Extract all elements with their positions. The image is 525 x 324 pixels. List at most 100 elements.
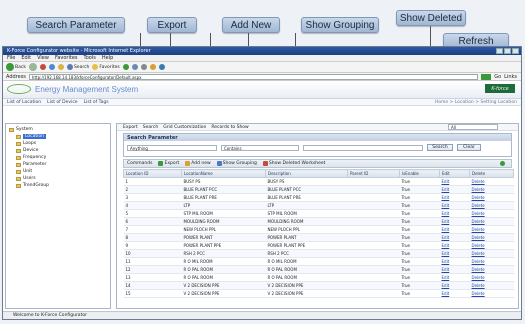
edit-link[interactable]: Edit xyxy=(439,201,470,210)
table-row[interactable]: 4 LTP LTP True Edit Delete xyxy=(123,201,514,210)
edit-link[interactable]: Edit xyxy=(439,233,470,242)
edit-link[interactable]: Edit xyxy=(439,273,470,282)
tree-item-frequency[interactable]: Frequency xyxy=(6,154,110,161)
search-button[interactable]: Search xyxy=(427,144,453,151)
tree-item-unit[interactable]: Unit xyxy=(6,168,110,175)
delete-link[interactable]: Delete xyxy=(469,225,514,234)
table-row[interactable]: 3 BLUE PLANT PRE BLUE PLANT PRE True Edit Del… xyxy=(123,193,514,202)
menu-tools[interactable]: Tools xyxy=(84,55,96,61)
address-input[interactable]: http://192.168.14.183/kforceConfigurator… xyxy=(28,73,479,80)
search-value-input[interactable] xyxy=(303,144,423,151)
table-row[interactable]: 6 MOULDING ROOM MOULDING ROOM True Edit Delet… xyxy=(123,217,514,226)
edit-link[interactable]: Edit xyxy=(439,225,470,234)
edit-link[interactable]: Edit xyxy=(439,281,470,290)
menu-favorites[interactable]: Favorites xyxy=(55,55,78,61)
table-row[interactable]: 11 R O MIL ROOM R O MIL ROOM True Edit Delete xyxy=(123,257,514,266)
edit-link[interactable]: Edit xyxy=(439,265,470,274)
delete-link[interactable]: Delete xyxy=(469,265,514,274)
stop-icon[interactable] xyxy=(39,64,46,70)
menu-file[interactable]: File xyxy=(7,55,15,61)
forward-arrow-icon[interactable] xyxy=(28,63,37,71)
tree-item-loops[interactable]: Loops xyxy=(6,140,110,147)
col-description[interactable]: Description xyxy=(265,169,348,178)
tree-item-system[interactable]: System xyxy=(6,126,110,133)
delete-link[interactable]: Delete xyxy=(469,241,514,250)
delete-link[interactable]: Delete xyxy=(469,289,514,298)
col-location-id[interactable]: Location ID xyxy=(123,169,182,178)
col-is-enable[interactable]: IsEnable xyxy=(399,169,440,178)
tab-export[interactable]: Export xyxy=(123,125,138,130)
col-location-name[interactable]: LocationName xyxy=(181,169,266,178)
edit-link[interactable]: Edit xyxy=(439,257,470,266)
delete-link[interactable]: Delete xyxy=(469,257,514,266)
tree-item-users[interactable]: Users xyxy=(6,175,110,182)
search-field-select[interactable]: Anything xyxy=(127,144,217,151)
table-row[interactable]: 13 R O PAL ROOM R O PAL ROOM True Edit Delete xyxy=(123,273,514,282)
table-row[interactable]: 9 POWER PLANT PPE POWER PLANT PPE True Edit D… xyxy=(123,241,514,250)
delete-link[interactable]: Delete xyxy=(469,193,514,202)
tree-item-device[interactable]: Device xyxy=(6,147,110,154)
tree-item-trendgroup[interactable]: TrendGroup xyxy=(6,182,110,189)
tree-item-parameter[interactable]: Parameter xyxy=(6,161,110,168)
minimize-button[interactable] xyxy=(496,48,503,54)
refresh-icon[interactable] xyxy=(48,64,55,70)
menu-edit[interactable]: Edit xyxy=(21,55,31,61)
print-icon[interactable] xyxy=(140,64,147,70)
nav-list-of-location[interactable]: List of Location xyxy=(7,100,41,105)
delete-link[interactable]: Delete xyxy=(469,249,514,258)
table-row[interactable]: 2 BLUE PLANT PCC BLUE PLANT PCC True Edit Del… xyxy=(123,185,514,194)
edit-icon[interactable] xyxy=(149,64,156,70)
nav-list-of-tags[interactable]: List of Tags xyxy=(84,100,109,105)
history-icon[interactable] xyxy=(122,64,129,70)
links-label[interactable]: Links xyxy=(504,74,521,80)
delete-link[interactable]: Delete xyxy=(469,233,514,242)
table-row[interactable]: 12 R O PAL ROOM R O PAL ROOM True Edit Delete xyxy=(123,265,514,274)
edit-link[interactable]: Edit xyxy=(439,217,470,226)
edit-link[interactable]: Edit xyxy=(439,249,470,258)
col-parent-id[interactable]: Parent ID xyxy=(347,169,400,178)
refresh-grid-icon[interactable] xyxy=(500,161,505,166)
delete-link[interactable]: Delete xyxy=(469,201,514,210)
table-row[interactable]: 5 STP MIL ROOM STP MIL ROOM True Edit Delete xyxy=(123,209,514,218)
nav-list-of-device[interactable]: List of Device xyxy=(47,100,77,105)
table-row[interactable]: 14 V 2 DECISION PPE V 2 DECISION PPE True Ed… xyxy=(123,281,514,290)
delete-link[interactable]: Delete xyxy=(469,217,514,226)
messenger-icon[interactable] xyxy=(158,64,165,70)
delete-link[interactable]: Delete xyxy=(469,273,514,282)
close-button[interactable] xyxy=(512,48,519,54)
tree-item-location[interactable]: Location xyxy=(6,133,110,140)
back-button[interactable]: Back xyxy=(6,63,26,71)
edit-link[interactable]: Edit xyxy=(439,289,470,298)
show-deleted-button[interactable]: Show Deleted Worksheet xyxy=(262,161,325,166)
col-delete[interactable]: Delete xyxy=(469,169,514,178)
clear-button[interactable]: Clear xyxy=(457,144,481,151)
edit-link[interactable]: Edit xyxy=(439,193,470,202)
col-edit[interactable]: Edit xyxy=(439,169,470,178)
tab-search[interactable]: Search xyxy=(143,125,158,130)
go-label[interactable]: Go xyxy=(494,74,501,80)
delete-link[interactable]: Delete xyxy=(469,281,514,290)
table-row[interactable]: 1 BUSY PS BUSY PS True Edit Delete xyxy=(123,177,514,186)
table-row[interactable]: 8 POWER PLANT POWER PLANT True Edit Delete xyxy=(123,233,514,242)
table-row[interactable]: 7 NEW PLOCH PPL NEW PLOCH PPL True Edit Delet… xyxy=(123,225,514,234)
edit-link[interactable]: Edit xyxy=(439,185,470,194)
maximize-button[interactable] xyxy=(504,48,511,54)
table-row[interactable]: 10 RSH 2 PCC RSH 2 PCC True Edit Delete xyxy=(123,249,514,258)
tab-grid-customization[interactable]: Grid Customization xyxy=(163,125,206,130)
delete-link[interactable]: Delete xyxy=(469,209,514,218)
tab-records-to-show[interactable]: Records to Show xyxy=(211,125,248,130)
search-operator-select[interactable]: Contains xyxy=(221,144,299,151)
table-row[interactable]: 15 V 2 DECISION PPE V 2 DECISION PPE True Ed… xyxy=(123,289,514,298)
delete-link[interactable]: Delete xyxy=(469,185,514,194)
search-button[interactable]: Search xyxy=(66,64,89,70)
edit-link[interactable]: Edit xyxy=(439,241,470,250)
home-icon[interactable] xyxy=(57,64,64,70)
show-grouping-button[interactable]: Show Grouping xyxy=(216,161,257,166)
mail-icon[interactable] xyxy=(131,64,138,70)
add-new-button[interactable]: Add new xyxy=(185,161,211,166)
favorites-button[interactable]: Favorites xyxy=(92,64,120,70)
go-button[interactable] xyxy=(481,73,492,80)
menu-view[interactable]: View xyxy=(37,55,49,61)
export-button[interactable]: Export xyxy=(158,161,179,166)
records-select[interactable]: All xyxy=(448,124,498,130)
